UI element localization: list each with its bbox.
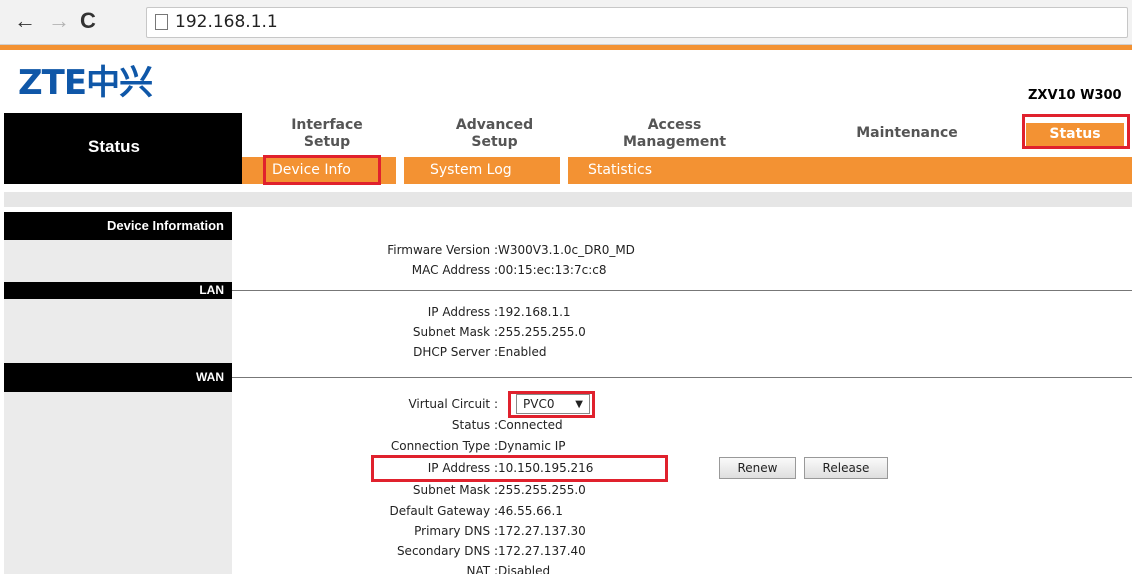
field-label: Primary DNS : [414, 524, 498, 538]
field-value: 255.255.255.0 [498, 325, 586, 339]
menu-interface-setup[interactable]: Interface Setup [272, 117, 382, 151]
field-value: Disabled [498, 564, 551, 574]
field-label: Default Gateway : [389, 504, 498, 518]
field-label: IP Address : [427, 305, 498, 319]
info-row: Primary DNS : 172.27.137.30 [232, 524, 1132, 540]
menu-label-line2: Setup [303, 134, 351, 150]
field-value: Enabled [498, 345, 547, 359]
info-row: DHCP Server : Enabled [232, 345, 1132, 361]
section-title-wan: WAN [4, 363, 232, 392]
info-row: Subnet Mask : 255.255.255.0 [232, 483, 1132, 499]
submenu-statistics[interactable]: Statistics [588, 162, 652, 178]
zte-logo: ZTE中兴 [18, 63, 153, 103]
model-name: ZXV10 W300 [1028, 88, 1122, 103]
main-menu: Interface Setup Advanced Setup Access Ma… [242, 113, 1132, 157]
field-value: W300V3.1.0c_DR0_MD [498, 243, 635, 257]
section-sidebar [4, 240, 232, 282]
field-label: Connection Type : [390, 439, 498, 453]
page-icon [155, 14, 168, 30]
info-row: NAT : Disabled [232, 564, 1132, 574]
virtual-circuit-row: Virtual Circuit : PVC0 ▼ [232, 394, 1132, 414]
info-row: Secondary DNS : 172.27.137.40 [232, 544, 1132, 560]
submenu-separator [560, 157, 568, 184]
menu-label-line1: Advanced [455, 117, 534, 133]
highlight-box-device-info [263, 155, 381, 185]
field-value: 46.55.66.1 [498, 504, 563, 518]
field-label: Secondary DNS : [396, 544, 498, 558]
section-sidebar [4, 392, 232, 574]
wan-ip-row: IP Address : 10.150.195.216 Renew Releas… [232, 457, 1132, 479]
section-divider [232, 377, 1132, 378]
highlight-box-wan-ip [371, 455, 668, 482]
info-row: MAC Address : 00:15:ec:13:7c:c8 [232, 263, 1132, 279]
highlight-box-status [1022, 114, 1130, 149]
submenu-separator [396, 157, 404, 184]
menu-section-title: Status [88, 137, 140, 156]
submenu-system-log[interactable]: System Log [430, 162, 512, 178]
field-value: Dynamic IP [498, 439, 566, 453]
info-row: Subnet Mask : 255.255.255.0 [232, 325, 1132, 341]
section-title-device-info: Device Information [4, 212, 232, 240]
info-row: Connection Type : Dynamic IP [232, 439, 1132, 455]
spacer-strip [4, 192, 1132, 207]
section-title-lan: LAN [4, 282, 232, 299]
address-bar[interactable]: 192.168.1.1 [146, 7, 1128, 38]
field-value: 255.255.255.0 [498, 483, 586, 497]
url-text[interactable]: 192.168.1.1 [175, 12, 278, 32]
browser-toolbar: ← → C 192.168.1.1 [0, 0, 1132, 45]
renew-button[interactable]: Renew [719, 457, 796, 479]
info-row: Status : Connected [232, 418, 1132, 434]
field-label: DHCP Server : [413, 345, 498, 359]
field-label: MAC Address : [411, 263, 498, 277]
menu-maintenance[interactable]: Maintenance [832, 125, 982, 142]
section-sidebar [4, 299, 232, 363]
menu-access-management[interactable]: Access Management [592, 117, 757, 151]
back-arrow-icon[interactable]: ← [14, 8, 36, 34]
field-value: 172.27.137.30 [498, 524, 586, 538]
reload-icon[interactable]: C [80, 8, 96, 34]
field-label: NAT : [466, 564, 498, 574]
field-value: 00:15:ec:13:7c:c8 [498, 263, 607, 277]
release-button[interactable]: Release [804, 457, 888, 479]
field-label: Virtual Circuit : [408, 397, 498, 411]
menu-section-title-panel: Status [4, 113, 242, 184]
section-divider [232, 290, 1132, 291]
field-value: 192.168.1.1 [498, 305, 571, 319]
info-row: IP Address : 192.168.1.1 [232, 305, 1132, 321]
field-value: Connected [498, 418, 563, 432]
forward-arrow-icon[interactable]: → [48, 8, 70, 34]
header-divider [0, 45, 1132, 50]
menu-advanced-setup[interactable]: Advanced Setup [432, 117, 557, 151]
menu-label-line2: Management [622, 134, 727, 150]
field-value: 172.27.137.40 [498, 544, 586, 558]
field-label: Firmware Version : [387, 243, 498, 257]
highlight-box-virtual-circuit [508, 391, 595, 418]
field-label: Status : [451, 418, 498, 432]
menu-label-line1: Access [647, 117, 702, 133]
menu-label-line2: Setup [471, 134, 518, 150]
info-row: Default Gateway : 46.55.66.1 [232, 504, 1132, 520]
menu-label-line1: Maintenance [856, 125, 958, 141]
field-label: Subnet Mask : [412, 483, 498, 497]
field-label: Subnet Mask : [412, 325, 498, 339]
menu-label-line1: Interface [291, 117, 363, 133]
info-row: Firmware Version : W300V3.1.0c_DR0_MD [232, 243, 1132, 259]
